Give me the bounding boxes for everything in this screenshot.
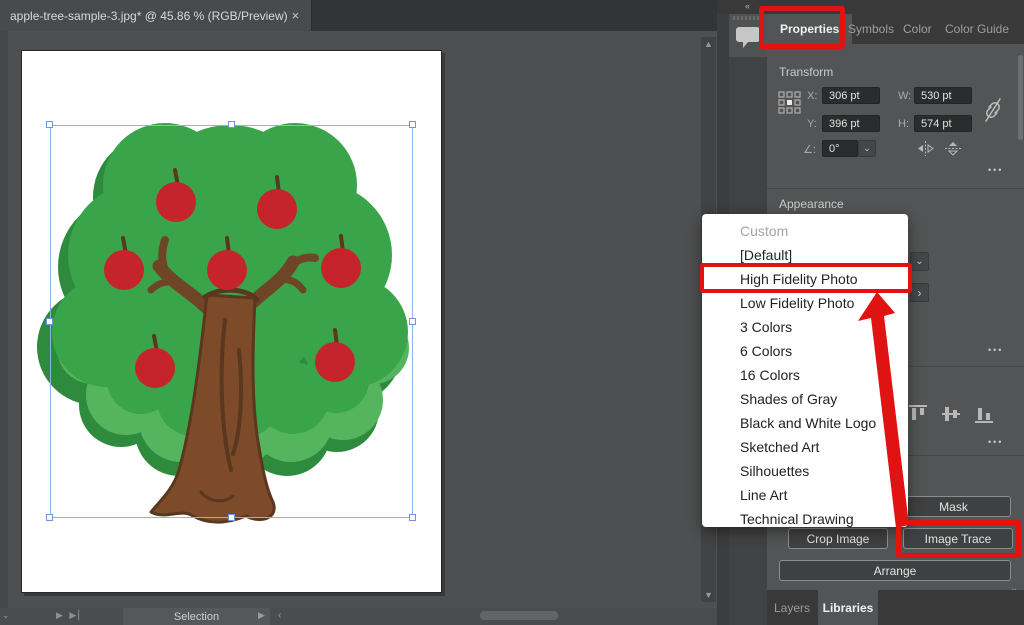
selection-handle-mid-right[interactable]: [409, 318, 416, 325]
comment-bubble-icon: [729, 14, 767, 57]
arrange-button[interactable]: Arrange: [779, 560, 1011, 581]
selection-handle-mid-left[interactable]: [46, 318, 53, 325]
tab-symbols[interactable]: Symbols: [848, 14, 894, 44]
selection-handle-bottom-right[interactable]: [409, 514, 416, 521]
image-trace-preset-menu: Custom [Default] High Fidelity Photo Low…: [702, 214, 908, 527]
y-label: Y:: [807, 118, 817, 130]
document-tab-title: apple-tree-sample-3.jpg* @ 45.86 % (RGB/…: [10, 9, 288, 23]
rotation-value-field[interactable]: 0°: [822, 140, 858, 157]
status-bar: ⌄ ▶ ▶▏ Selection ▶ ‹: [0, 608, 717, 625]
x-label: X:: [807, 90, 817, 102]
x-value-field[interactable]: 306 pt: [822, 87, 880, 104]
menu-item-sketched-art[interactable]: Sketched Art: [702, 435, 908, 459]
canvas-left-edge: [0, 31, 8, 608]
menu-item-technical-drawing[interactable]: Technical Drawing: [702, 507, 908, 531]
status-tool-box: Selection: [123, 608, 270, 625]
menu-item-default[interactable]: [Default]: [702, 243, 908, 267]
align-more-options[interactable]: •••: [988, 437, 1003, 447]
rotation-angle-label: ∠:: [803, 143, 816, 156]
document-tabbar: apple-tree-sample-3.jpg* @ 45.86 % (RGB/…: [0, 0, 717, 31]
canvas-horizontal-scrollbar[interactable]: [480, 611, 558, 620]
close-icon[interactable]: ×: [288, 8, 304, 23]
scroll-down-icon[interactable]: ▼: [701, 588, 716, 602]
status-artboard-nav-icons[interactable]: ▶ ▶▏: [56, 610, 87, 621]
transform-more-options[interactable]: •••: [988, 165, 1003, 175]
selection-handle-bottom-center[interactable]: [228, 514, 235, 521]
menu-item-shades-of-gray[interactable]: Shades of Gray: [702, 387, 908, 411]
menu-item-custom: Custom: [702, 219, 908, 243]
h-label: H:: [898, 118, 909, 130]
tab-properties[interactable]: Properties: [767, 14, 852, 44]
vertical-align-bottom-icon[interactable]: [974, 404, 994, 424]
comment-panel-button[interactable]: [729, 14, 767, 57]
menu-item-line-art[interactable]: Line Art: [702, 483, 908, 507]
y-value-field[interactable]: 396 pt: [822, 115, 880, 132]
selection-handle-top-center[interactable]: [228, 121, 235, 128]
h-value-field[interactable]: 574 pt: [914, 115, 972, 132]
selection-handle-bottom-left[interactable]: [46, 514, 53, 521]
divider: [767, 188, 1024, 189]
appearance-more-options[interactable]: •••: [988, 345, 1003, 355]
image-trace-button[interactable]: Image Trace: [903, 528, 1013, 549]
vertical-align-top-icon[interactable]: [908, 404, 928, 424]
menu-item-3-colors[interactable]: 3 Colors: [702, 315, 908, 339]
menu-item-6-colors[interactable]: 6 Colors: [702, 339, 908, 363]
flip-horizontal-icon[interactable]: [917, 141, 934, 156]
w-value-field[interactable]: 530 pt: [914, 87, 972, 104]
selection-handle-top-right[interactable]: [409, 121, 416, 128]
menu-item-black-and-white-logo[interactable]: Black and White Logo: [702, 411, 908, 435]
w-label: W:: [898, 90, 911, 102]
menu-item-16-colors[interactable]: 16 Colors: [702, 363, 908, 387]
vertical-align-center-icon[interactable]: [941, 404, 961, 424]
menu-item-high-fidelity-photo[interactable]: High Fidelity Photo: [702, 267, 908, 291]
status-tool-label: Selection: [174, 611, 219, 623]
transform-header: Transform: [779, 65, 833, 79]
selection-handle-top-left[interactable]: [46, 121, 53, 128]
hscroll-left-icon[interactable]: ‹: [278, 610, 281, 621]
mask-button[interactable]: Mask: [896, 496, 1011, 517]
selection-bounding-box: [50, 125, 413, 518]
illustrator-window: apple-tree-sample-3.jpg* @ 45.86 % (RGB/…: [0, 0, 1024, 625]
flip-vertical-icon[interactable]: [945, 141, 961, 156]
tab-layers[interactable]: Layers: [767, 590, 817, 625]
tab-libraries[interactable]: Libraries: [818, 590, 878, 625]
crop-image-button[interactable]: Crop Image: [788, 528, 888, 549]
tab-color-guide[interactable]: Color Guide: [945, 14, 1009, 44]
appearance-expand-chevron-icon[interactable]: ›: [910, 283, 929, 302]
status-next-icon[interactable]: ▶: [258, 610, 265, 621]
appearance-header: Appearance: [779, 197, 844, 211]
appearance-dropdown-chevron-icon[interactable]: ⌄: [910, 252, 929, 271]
reference-point-grid-icon[interactable]: [778, 90, 802, 116]
scroll-up-icon[interactable]: ▲: [701, 37, 716, 51]
rotation-dropdown-chevron-icon[interactable]: ⌄: [858, 140, 876, 157]
tab-color[interactable]: Color: [903, 14, 932, 44]
constrain-proportions-broken-link-icon[interactable]: [984, 97, 1002, 123]
status-zoom-caret-icon[interactable]: ⌄: [2, 610, 10, 621]
panel-grip-dots: [733, 16, 763, 20]
panel-scrollbar-thumb[interactable]: [1018, 55, 1023, 140]
menu-item-silhouettes[interactable]: Silhouettes: [702, 459, 908, 483]
document-tab[interactable]: apple-tree-sample-3.jpg* @ 45.86 % (RGB/…: [0, 0, 312, 31]
menu-item-low-fidelity-photo[interactable]: Low Fidelity Photo: [702, 291, 908, 315]
collapse-panels-left-icon[interactable]: ‹‹: [745, 1, 749, 11]
